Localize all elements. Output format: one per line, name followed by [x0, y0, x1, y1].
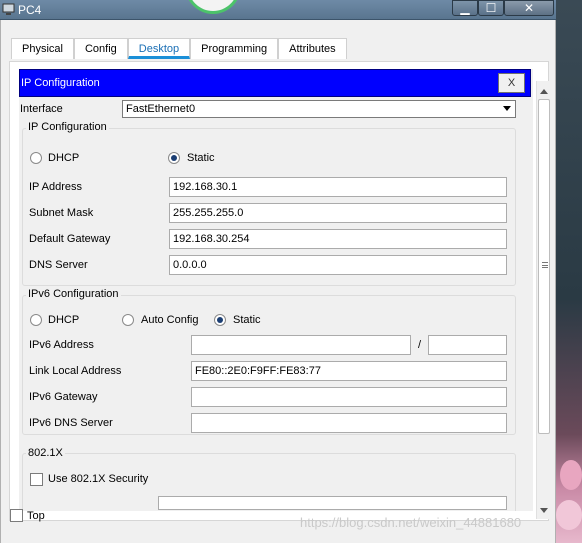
link-local-address-label: Link Local Address: [29, 365, 122, 377]
interface-value: FastEthernet0: [126, 103, 196, 115]
ip-config-title: IP Configuration: [21, 77, 100, 89]
ipv6-dns-server-field[interactable]: [191, 413, 507, 433]
title-bar: PC4 ▁ ☐ ✕: [0, 0, 556, 20]
ip-address-field[interactable]: 192.168.30.1: [169, 177, 507, 197]
window-title: PC4: [18, 3, 42, 17]
ipv4-group-title: IP Configuration: [26, 121, 109, 133]
chevron-down-icon: [503, 106, 511, 111]
interface-label: Interface: [20, 103, 63, 115]
ipv6-static-radio[interactable]: [214, 314, 226, 326]
tab-attributes[interactable]: Attributes: [278, 38, 347, 59]
desktop-tab-panel: IP Configuration X Interface FastEtherne…: [9, 61, 550, 521]
top-label: Top: [27, 510, 45, 522]
ipv6-dhcp-radio[interactable]: [30, 314, 42, 326]
subnet-mask-label: Subnet Mask: [29, 207, 94, 219]
prefix-separator: /: [418, 339, 422, 351]
close-button[interactable]: ✕: [504, 0, 554, 16]
dot1x-group-title: 802.1X: [26, 447, 65, 459]
watermark-text: https://blog.csdn.net/weixin_44881680: [300, 515, 522, 530]
scroll-up-icon[interactable]: [540, 89, 548, 94]
default-gateway-field[interactable]: 192.168.30.254: [169, 229, 507, 249]
ipv6-auto-config-radio[interactable]: [122, 314, 134, 326]
ipv4-dhcp-label: DHCP: [48, 152, 80, 164]
interface-select[interactable]: FastEthernet0: [122, 100, 516, 118]
ipv6-auto-config-label: Auto Config: [141, 314, 199, 326]
tab-desktop[interactable]: Desktop: [127, 38, 191, 59]
use-8021x-label: Use 802.1X Security: [48, 473, 149, 485]
pc-window: Physical Config Desktop Programming Attr…: [0, 20, 556, 543]
default-gateway-label: Default Gateway: [29, 233, 111, 245]
ip-config-close-button[interactable]: X: [498, 73, 525, 93]
tab-config[interactable]: Config: [73, 38, 128, 59]
ipv6-address-label: IPv6 Address: [29, 339, 94, 351]
ipv6-address-field[interactable]: [191, 335, 411, 355]
ip-address-label: IP Address: [29, 181, 82, 193]
ipv6-dhcp-label: DHCP: [48, 314, 80, 326]
tab-programming[interactable]: Programming: [190, 38, 279, 59]
maximize-button[interactable]: ☐: [478, 0, 504, 16]
scroll-thumb[interactable]: [538, 99, 550, 434]
minimize-button[interactable]: ▁: [452, 0, 478, 16]
tab-physical[interactable]: Physical: [11, 38, 74, 59]
dns-server-field[interactable]: 0.0.0.0: [169, 255, 507, 275]
grip-icon: [542, 262, 548, 268]
ipv6-group-title: IPv6 Configuration: [26, 288, 121, 300]
link-local-address-field[interactable]: FE80::2E0:F9FF:FE83:77: [191, 361, 507, 381]
ipv6-dns-server-label: IPv6 DNS Server: [29, 417, 113, 429]
desktop-background: [556, 0, 582, 543]
ip-configuration-window: IP Configuration X Interface FastEtherne…: [19, 69, 533, 511]
ipv6-gateway-label: IPv6 Gateway: [29, 391, 98, 403]
subnet-mask-field[interactable]: 255.255.255.0: [169, 203, 507, 223]
ipv4-dhcp-radio[interactable]: [30, 152, 42, 164]
ipv6-prefix-field[interactable]: [428, 335, 507, 355]
pc-app-icon: [2, 3, 15, 15]
app-logo-orb: [185, 0, 241, 14]
flower-image: [556, 500, 582, 530]
ip-config-header: IP Configuration: [19, 69, 531, 97]
dns-server-label: DNS Server: [29, 259, 88, 271]
ipv4-static-radio[interactable]: [168, 152, 180, 164]
use-8021x-checkbox[interactable]: [30, 473, 43, 486]
tab-bar: Physical Config Desktop Programming Attr…: [11, 38, 347, 60]
panel-scrollbar[interactable]: [536, 81, 550, 519]
ipv6-static-label: Static: [233, 314, 261, 326]
ipv4-static-label: Static: [187, 152, 215, 164]
flower-image: [560, 460, 582, 490]
ipv6-gateway-field[interactable]: [191, 387, 507, 407]
top-checkbox[interactable]: [10, 509, 23, 522]
